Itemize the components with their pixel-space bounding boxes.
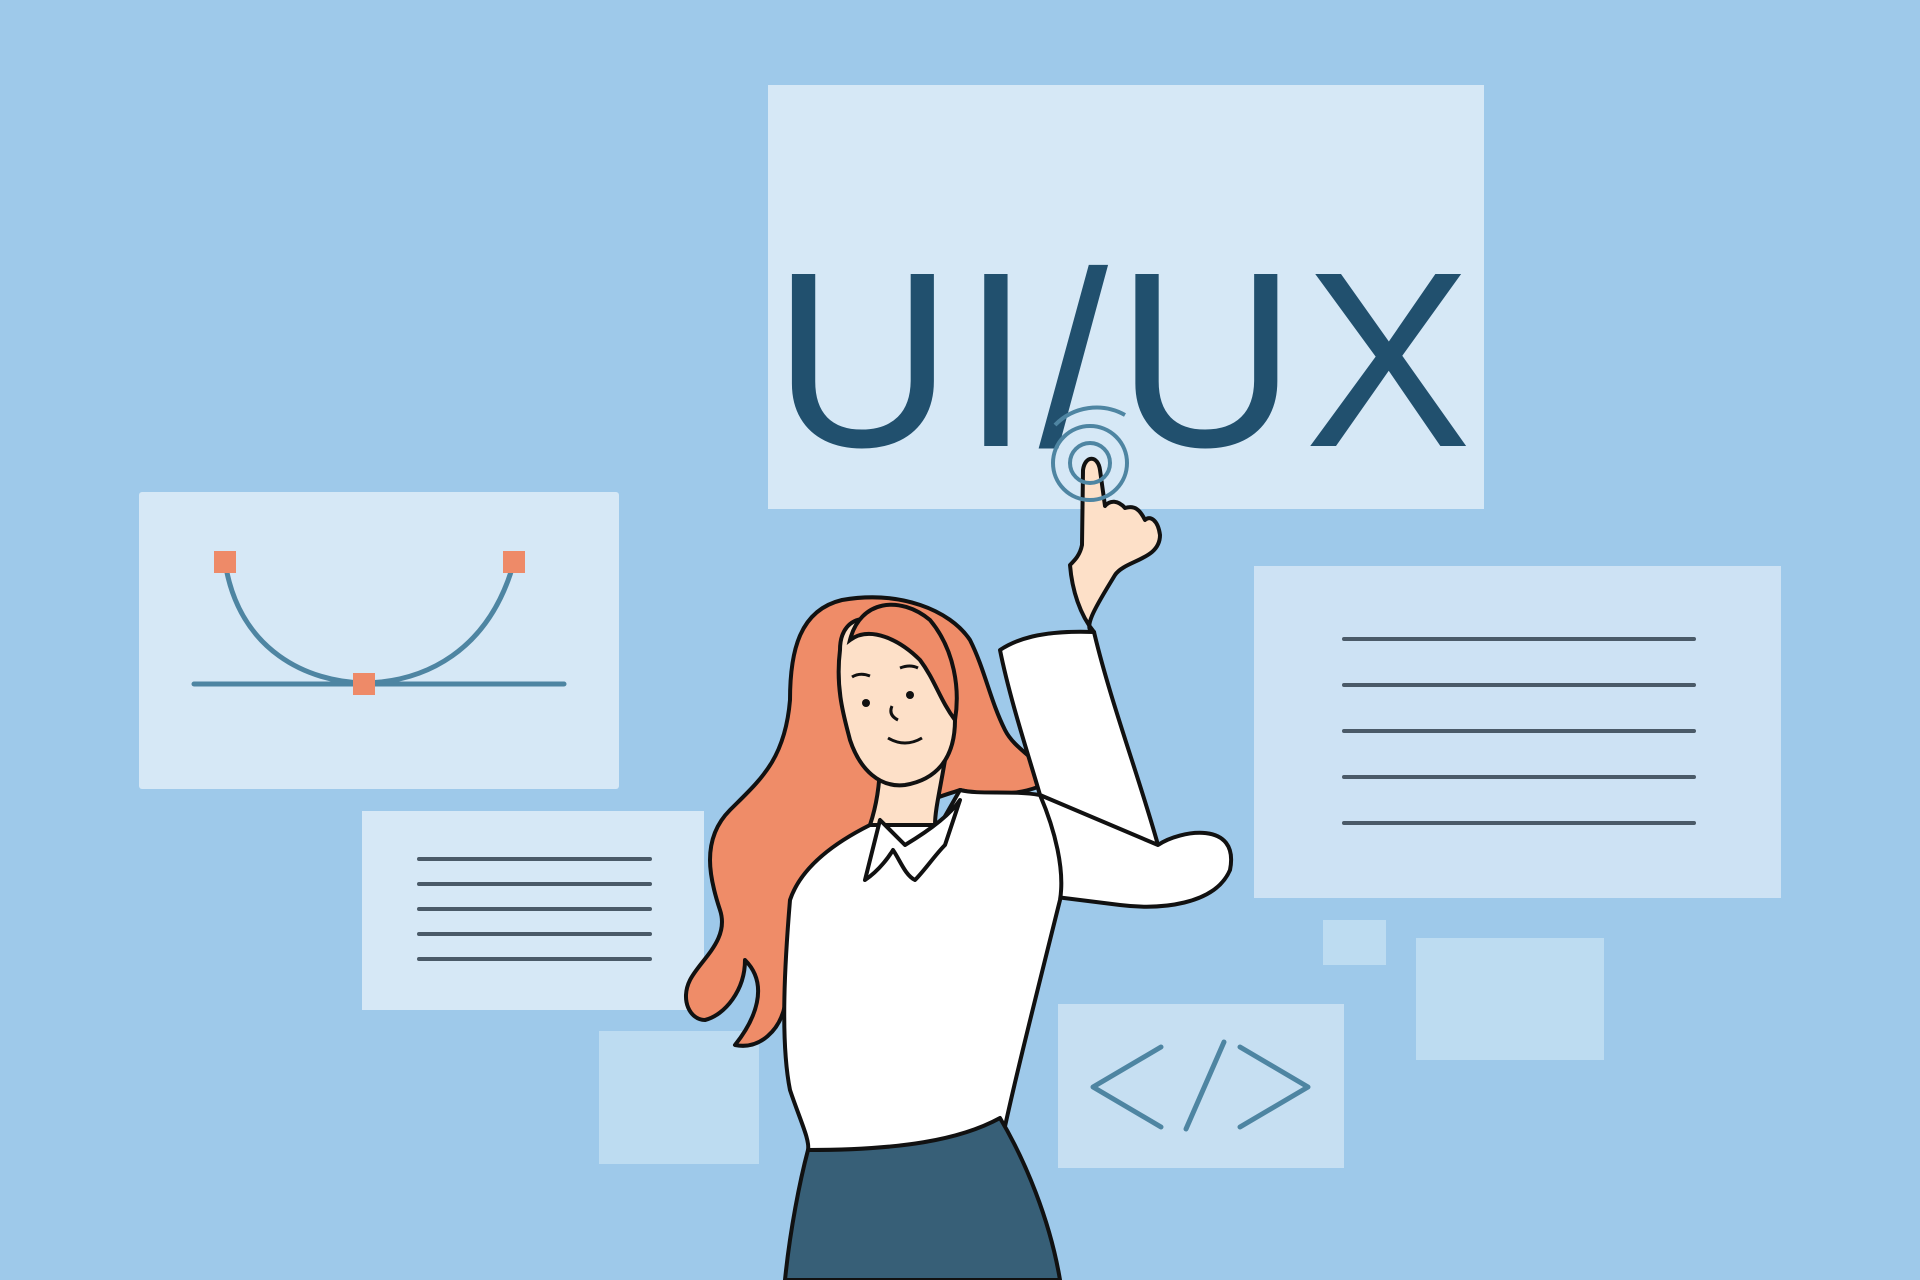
eye bbox=[906, 691, 914, 699]
hand bbox=[1068, 456, 1162, 634]
illustration-scene: UI/UX bbox=[0, 0, 1920, 1280]
woman-illustration bbox=[684, 405, 1234, 1280]
eye bbox=[862, 699, 870, 707]
